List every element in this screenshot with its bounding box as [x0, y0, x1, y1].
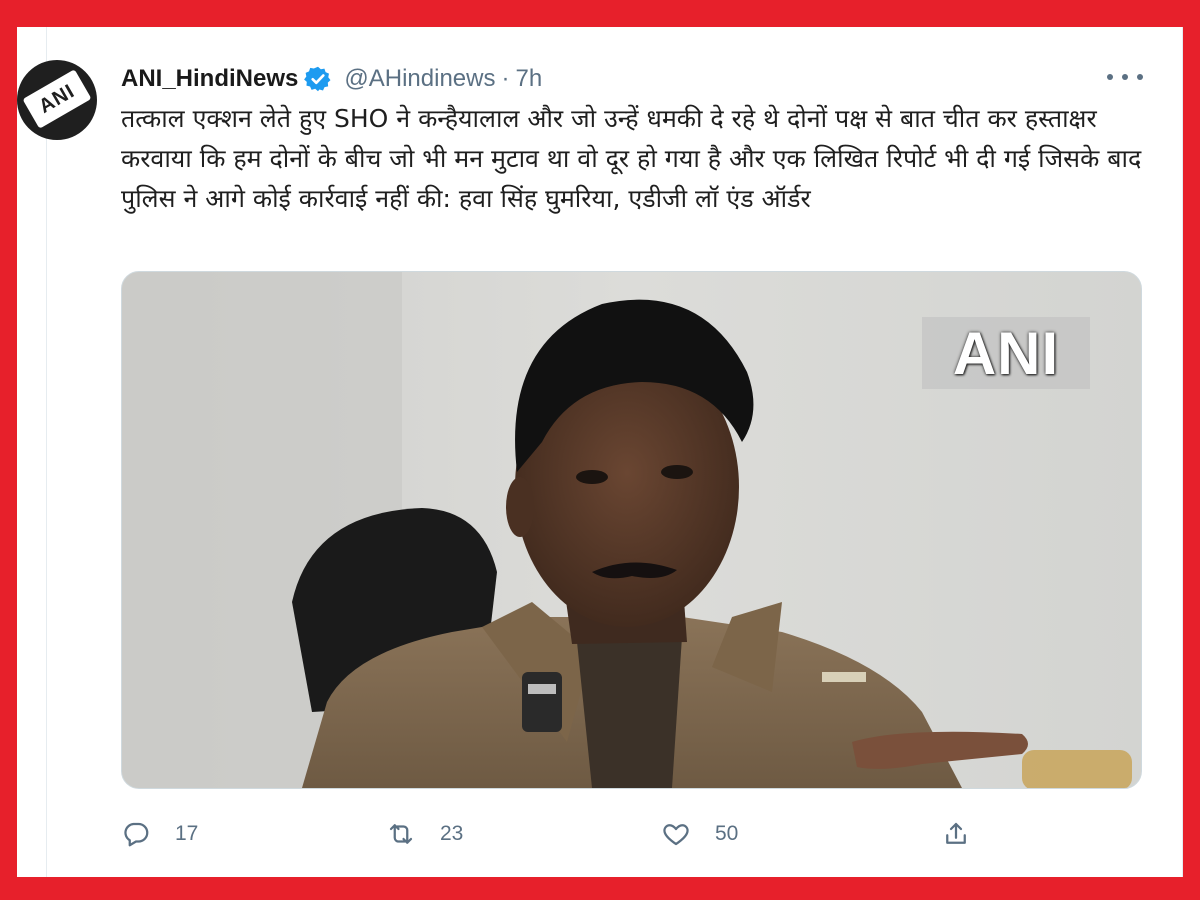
like-button[interactable]: 50 — [661, 817, 738, 851]
handle[interactable]: @AHindinews — [344, 65, 495, 93]
avatar[interactable]: ANI — [17, 60, 97, 140]
like-count: 50 — [715, 822, 739, 845]
share-icon — [946, 822, 966, 844]
timestamp[interactable]: 7h — [515, 65, 542, 93]
tweet-video-frame[interactable]: ANI — [121, 271, 1142, 789]
watermark-text: ANI — [952, 319, 1060, 387]
reply-icon — [124, 822, 149, 847]
verified-badge-icon — [304, 66, 331, 92]
ani-watermark: ANI — [922, 317, 1090, 389]
retweet-icon — [389, 824, 413, 844]
ani-logo: ANI — [22, 69, 92, 129]
avatar-logo-text: ANI — [35, 79, 79, 118]
action-bar: 17 23 50 — [121, 817, 1001, 851]
retweet-button[interactable]: 23 — [386, 817, 463, 851]
retweet-count: 23 — [440, 822, 464, 845]
tweet-text: तत्काल एक्शन लेते हुए SHO ने कन्हैयालाल … — [121, 104, 1142, 213]
reply-button[interactable]: 17 — [121, 817, 198, 851]
share-button[interactable] — [941, 817, 971, 851]
heart-icon — [663, 824, 689, 846]
reply-count: 17 — [175, 822, 199, 845]
more-options-icon[interactable] — [1107, 65, 1143, 89]
tweet-header: ANI_HindiNews @AHindinews · 7h — [121, 64, 542, 94]
separator-dot: · — [501, 65, 510, 92]
red-frame: ANI ANI_HindiNews @AHindinews · 7h तत्का… — [0, 0, 1200, 900]
display-name[interactable]: ANI_HindiNews — [121, 65, 298, 93]
tweet[interactable]: ANI ANI_HindiNews @AHindinews · 7h तत्का… — [17, 27, 1183, 877]
